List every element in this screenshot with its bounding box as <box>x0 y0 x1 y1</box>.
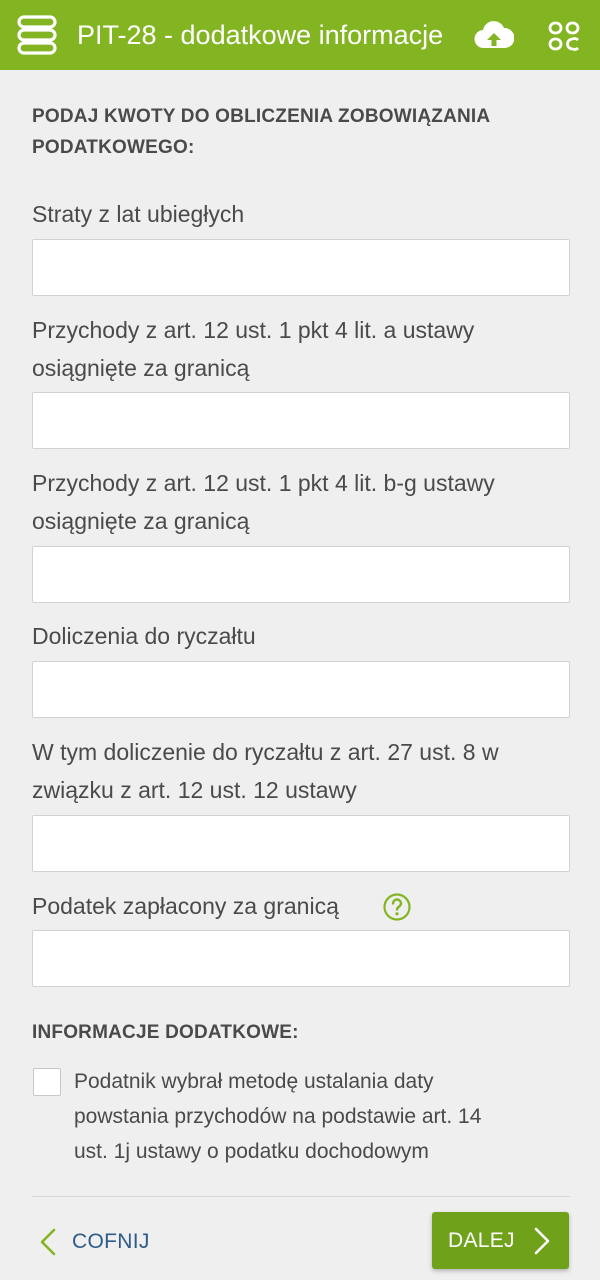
losses-input[interactable] <box>32 239 570 296</box>
income-abroad-a-input[interactable] <box>32 392 570 449</box>
additions-art27-input[interactable] <box>32 815 570 872</box>
footer-divider <box>32 1196 570 1197</box>
chevron-right-icon <box>534 1227 550 1254</box>
checkbox-label-line: powstania przychodów na podstawie art. 1… <box>74 1105 482 1128</box>
field-label-income-bg: Przychody z art. 12 ust. 1 pkt 4 lit. b-… <box>32 464 572 540</box>
field-label-losses: Straty z lat ubiegłych <box>32 201 245 227</box>
section-heading-line: PODAJ KWOTY DO OBLICZENIA ZOBOWIĄZANIA <box>32 106 491 127</box>
income-date-method-checkbox[interactable] <box>33 1068 61 1096</box>
checkbox-label[interactable]: Podatnik wybrał metodę ustalania daty po… <box>74 1064 554 1169</box>
income-abroad-bg-input[interactable] <box>32 546 570 603</box>
back-button[interactable]: COFNIJ <box>32 1214 182 1270</box>
chevron-left-icon <box>40 1228 56 1256</box>
field-label-additions-art27: W tym doliczenie do ryczałtu z art. 27 u… <box>32 733 572 809</box>
menu-icon[interactable] <box>16 13 58 57</box>
field-label-line: W tym doliczenie do ryczałtu z art. 27 u… <box>32 739 499 765</box>
checkbox-label-line: Podatnik wybrał metodę ustalania daty <box>74 1070 434 1093</box>
next-button[interactable]: DALEJ <box>432 1212 569 1269</box>
apps-grid-icon[interactable] <box>548 21 580 51</box>
section-heading-amounts: PODAJ KWOTY DO OBLICZENIA ZOBOWIĄZANIA P… <box>32 101 490 163</box>
cloud-upload-icon[interactable] <box>474 20 514 50</box>
field-label-additions: Doliczenia do ryczałtu <box>32 623 256 649</box>
section-heading-additional: INFORMACJE DODATKOWE: <box>32 1022 299 1043</box>
section-heading-line: PODATKOWEGO: <box>32 137 195 158</box>
back-button-label: COFNIJ <box>72 1230 150 1253</box>
field-label-foreign-tax: Podatek zapłacony za granicą <box>32 893 339 919</box>
app-header: PIT-28 - dodatkowe informacje <box>0 0 600 70</box>
page-title: PIT-28 - dodatkowe informacje <box>77 20 444 50</box>
field-label-income-a: Przychody z art. 12 ust. 1 pkt 4 lit. a … <box>32 311 572 387</box>
field-label-line: związku z art. 12 ust. 12 ustawy <box>32 777 357 803</box>
field-label-line: osiągnięte za granicą <box>32 355 250 381</box>
foreign-tax-input[interactable] <box>32 930 570 987</box>
question-icon[interactable] <box>382 892 412 922</box>
next-button-label: DALEJ <box>448 1228 515 1252</box>
field-label-line: Przychody z art. 12 ust. 1 pkt 4 lit. b-… <box>32 470 495 496</box>
field-label-line: Przychody z art. 12 ust. 1 pkt 4 lit. a … <box>32 317 475 343</box>
checkbox-label-line: ust. 1j ustawy o podatku dochodowym <box>74 1140 429 1163</box>
field-label-line: osiągnięte za granicą <box>32 508 250 534</box>
lump-sum-additions-input[interactable] <box>32 661 570 718</box>
